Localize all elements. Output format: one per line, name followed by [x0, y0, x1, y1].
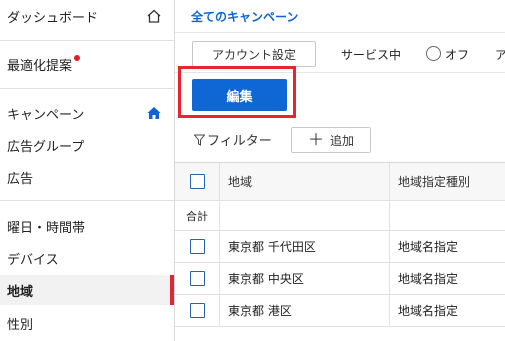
sidebar-item-label: デバイス — [7, 252, 59, 268]
region-type-cell: 地域名指定 — [398, 272, 459, 286]
select-all-cell — [175, 163, 220, 200]
truncated-label: ア — [495, 48, 505, 62]
row-select-cell — [175, 263, 220, 294]
region-cell: 東京都 千代田区 — [220, 231, 390, 262]
edit-button[interactable]: 編集 — [192, 79, 287, 111]
region-cell: 東京都 港区 — [220, 295, 390, 326]
sidebar-item-region[interactable]: 地域 — [0, 275, 174, 305]
sidebar-item-label: 最適化提案 — [7, 58, 73, 74]
home-outline-icon — [147, 9, 161, 23]
sidebar-item-label: 性別 — [7, 317, 34, 333]
filter-button[interactable]: フィルター — [194, 130, 272, 149]
table-row: 東京都 港区 地域名指定 — [175, 295, 505, 327]
sidebar-item-label: 曜日・時間帯 — [7, 220, 86, 236]
service-status-label: サービス中 — [341, 48, 402, 62]
sidebar-item-ads[interactable]: 広告 — [0, 162, 174, 192]
column-header-region-type[interactable]: 地域指定種別 — [390, 163, 505, 200]
account-settings-button[interactable]: アカウント設定 — [192, 41, 316, 67]
sidebar: ダッシュボード 最適化提案 キャンペーン 広告グループ 広告 曜日・時間帯 デバ… — [0, 0, 175, 341]
region-type-cell: 地域名指定 — [398, 240, 459, 254]
off-radio-label: オフ — [445, 48, 470, 62]
sidebar-divider — [0, 88, 174, 89]
column-header-region[interactable]: 地域 — [220, 163, 390, 200]
region-cell: 東京都 中央区 — [220, 263, 390, 294]
region-table: 地域 地域指定種別 合計 東京都 千代田区 地域名指定 東京都 中央区 地域名指… — [175, 162, 505, 327]
sidebar-item-label: 広告 — [7, 171, 34, 187]
sidebar-item-optimization[interactable]: 最適化提案 — [0, 49, 174, 79]
sidebar-item-label: ダッシュボード — [7, 10, 99, 26]
breadcrumb[interactable]: 全てのキャンペーン — [191, 8, 298, 25]
add-button[interactable]: ＋ 追加 — [291, 127, 371, 153]
off-radio[interactable] — [426, 46, 441, 61]
sidebar-item-label: 広告グループ — [7, 139, 85, 155]
filter-label: フィルター — [207, 134, 272, 149]
table-total-row: 合計 — [175, 201, 505, 231]
sidebar-item-label: 地域 — [7, 284, 34, 300]
sidebar-item-schedule[interactable]: 曜日・時間帯 — [0, 211, 174, 241]
region-type-cell: 地域名指定 — [398, 304, 459, 318]
table-row: 東京都 千代田区 地域名指定 — [175, 231, 505, 263]
notification-dot — [74, 55, 81, 61]
active-indicator — [170, 275, 174, 305]
plus-icon: ＋ — [307, 130, 324, 149]
sidebar-item-devices[interactable]: デバイス — [0, 243, 174, 273]
add-label: 追加 — [330, 133, 355, 148]
table-header-row: 地域 地域指定種別 — [175, 163, 505, 201]
total-region-cell — [220, 201, 390, 230]
select-all-checkbox[interactable] — [189, 174, 205, 189]
sidebar-item-ad-groups[interactable]: 広告グループ — [0, 130, 174, 160]
sidebar-item-gender[interactable]: 性別 — [0, 308, 174, 338]
sidebar-item-dashboard[interactable]: ダッシュボード — [0, 1, 174, 31]
sidebar-item-label: キャンペーン — [7, 107, 85, 123]
main-content: 全てのキャンペーン アカウント設定 サービス中 オフ ア 編集 フィルター ＋ … — [175, 0, 505, 341]
home-filled-icon — [147, 107, 161, 119]
row-checkbox[interactable] — [189, 271, 205, 286]
total-type-cell — [390, 201, 505, 230]
row-select-cell — [175, 231, 220, 262]
row-checkbox[interactable] — [189, 303, 205, 318]
sidebar-item-campaigns[interactable]: キャンペーン — [0, 98, 174, 128]
total-label: 合計 — [175, 201, 220, 230]
header-divider — [175, 32, 505, 33]
filter-icon — [194, 134, 205, 146]
table-row: 東京都 中央区 地域名指定 — [175, 263, 505, 295]
sidebar-divider — [0, 40, 174, 41]
row-checkbox[interactable] — [189, 239, 205, 254]
sidebar-divider — [0, 200, 174, 201]
row-select-cell — [175, 295, 220, 326]
